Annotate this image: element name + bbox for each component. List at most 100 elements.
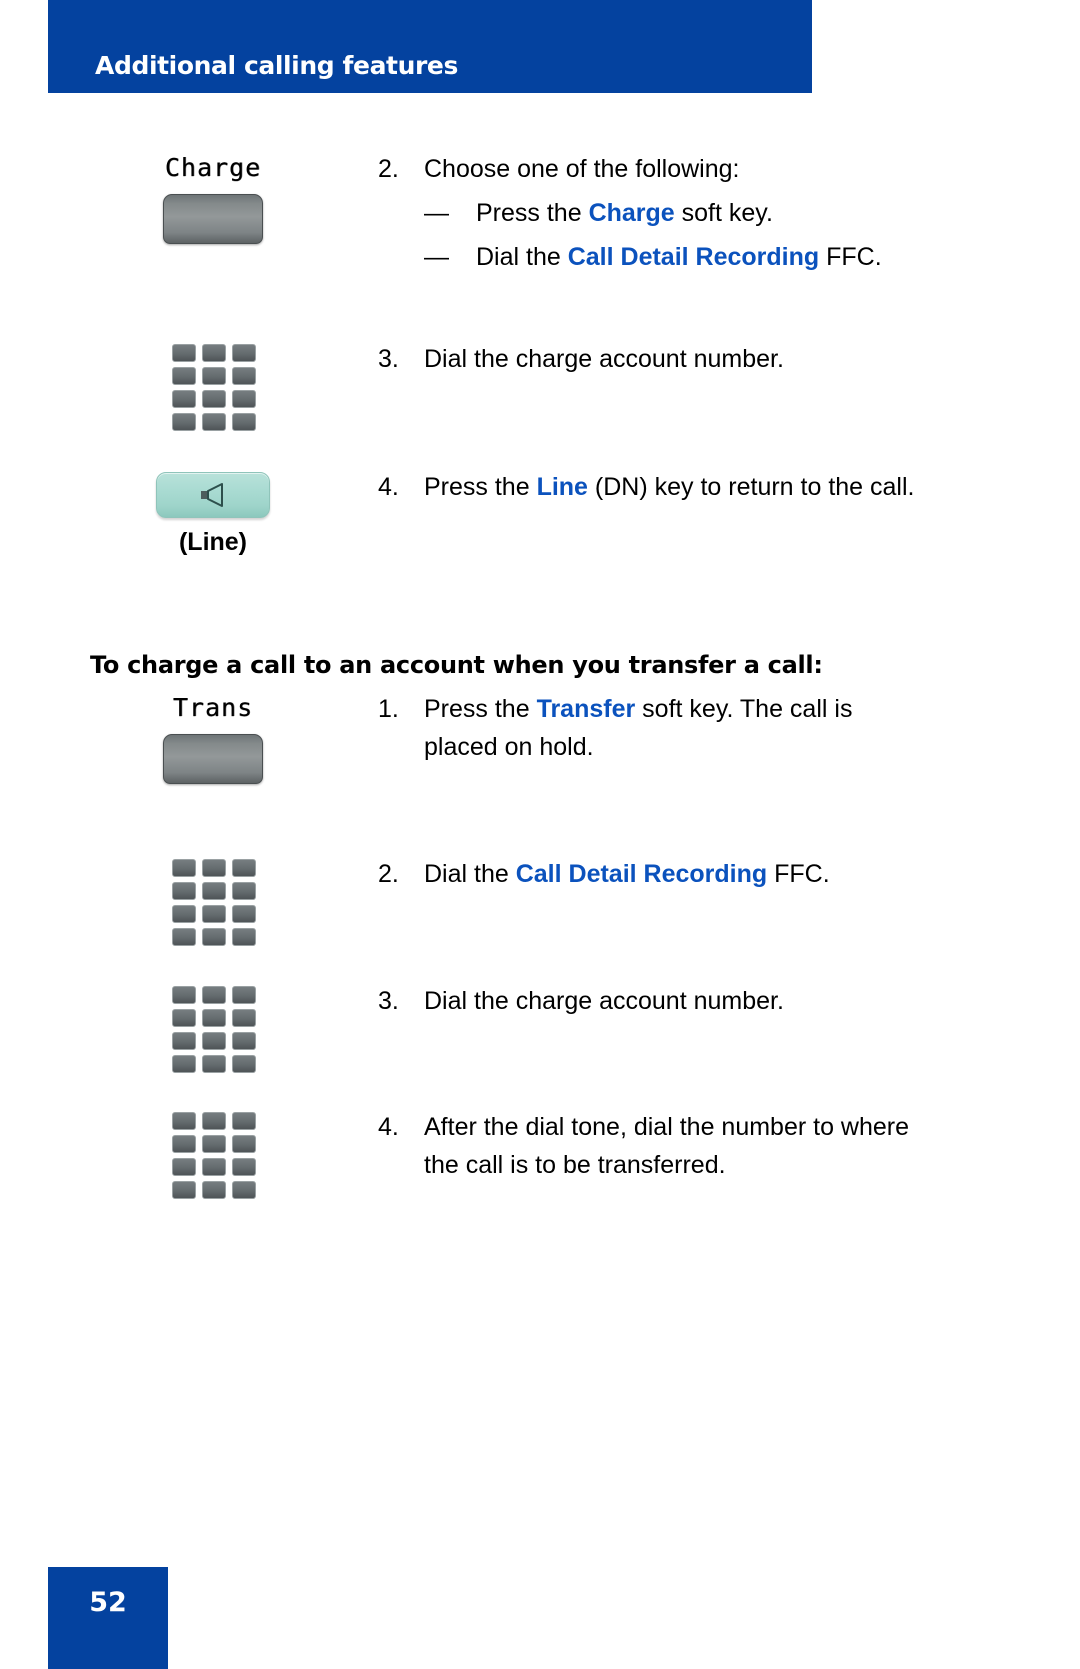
- keypad-key[interactable]: [172, 1135, 196, 1153]
- keypad-key[interactable]: [172, 882, 196, 900]
- page-header-banner: Additional calling features: [48, 0, 812, 93]
- step-text-line-key: 4. Press the Line (DN) key to return to …: [378, 468, 1008, 506]
- keypad-key[interactable]: [172, 344, 196, 362]
- sub-text-highlight: Charge: [588, 199, 675, 227]
- step-body: Press the Line (DN) key to return to the…: [424, 468, 914, 506]
- step-text-highlight: Line: [536, 473, 588, 501]
- keypad-icon[interactable]: [172, 859, 256, 946]
- keypad-key[interactable]: [202, 928, 226, 946]
- keypad-key[interactable]: [232, 1158, 256, 1176]
- softkey-button-icon[interactable]: [163, 734, 263, 784]
- keypad-key[interactable]: [172, 905, 196, 923]
- step-text-transfer: 1. Press the Transfer soft key. The call…: [378, 690, 1008, 766]
- step-text-dial-account-bottom: 3. Dial the charge account number.: [378, 982, 1008, 1020]
- keypad-key[interactable]: [202, 367, 226, 385]
- keypad-key[interactable]: [202, 344, 226, 362]
- keypad-key[interactable]: [172, 986, 196, 1004]
- softkey-trans-icon[interactable]: Trans: [163, 694, 263, 784]
- keypad-key[interactable]: [202, 1009, 226, 1027]
- step-text-charge: 2. Choose one of the following: — Press …: [378, 150, 1008, 276]
- keypad-icon[interactable]: [172, 986, 256, 1073]
- step-text-suffix: (DN) key to return to the call.: [587, 473, 915, 501]
- page-title: Additional calling features: [95, 51, 458, 80]
- keypad-key[interactable]: [172, 1055, 196, 1073]
- icon-cell-keypad: [48, 855, 378, 946]
- keypad-key[interactable]: [232, 1112, 256, 1130]
- icon-cell-keypad: [48, 1108, 378, 1199]
- section-heading-transfer: To charge a call to an account when you …: [90, 651, 823, 679]
- step-row-transfer: Trans 1. Press the Transfer soft key. Th…: [48, 690, 1008, 784]
- keypad-key[interactable]: [232, 1135, 256, 1153]
- sub-text-prefix: Dial the: [476, 243, 568, 271]
- step-text-dial-account-top: 3. Dial the charge account number.: [378, 340, 1008, 378]
- step-body: After the dial tone, dial the number to …: [424, 1108, 924, 1184]
- softkey-button-icon[interactable]: [163, 194, 263, 244]
- keypad-key[interactable]: [232, 859, 256, 877]
- step-number: 3.: [378, 987, 399, 1015]
- keypad-key[interactable]: [172, 413, 196, 431]
- keypad-key[interactable]: [232, 882, 256, 900]
- line-key-icon[interactable]: [156, 472, 270, 518]
- keypad-key[interactable]: [172, 1009, 196, 1027]
- sub-item-press-charge: — Press the Charge soft key.: [424, 194, 882, 232]
- icon-cell-charge-softkey: Charge: [48, 150, 378, 244]
- sub-item-text: Dial the Call Detail Recording FFC.: [476, 238, 882, 276]
- step-row-line-key: (Line) 4. Press the Line (DN) key to ret…: [48, 468, 1008, 557]
- keypad-key[interactable]: [232, 905, 256, 923]
- keypad-key[interactable]: [172, 1112, 196, 1130]
- em-dash-bullet: —: [424, 243, 449, 271]
- keypad-key[interactable]: [232, 344, 256, 362]
- keypad-key[interactable]: [172, 1158, 196, 1176]
- keypad-key[interactable]: [232, 1055, 256, 1073]
- keypad-key[interactable]: [232, 413, 256, 431]
- sub-text-prefix: Press the: [476, 199, 589, 227]
- step-text-suffix: FFC.: [767, 860, 830, 888]
- softkey-charge-icon[interactable]: Charge: [163, 154, 263, 244]
- keypad-key[interactable]: [202, 1158, 226, 1176]
- keypad-icon[interactable]: [172, 344, 256, 431]
- keypad-key[interactable]: [202, 1112, 226, 1130]
- keypad-key[interactable]: [232, 390, 256, 408]
- keypad-key[interactable]: [172, 367, 196, 385]
- keypad-key[interactable]: [202, 413, 226, 431]
- keypad-key[interactable]: [202, 1135, 226, 1153]
- sub-text-highlight: Call Detail Recording: [567, 243, 820, 271]
- keypad-key[interactable]: [232, 1009, 256, 1027]
- step-body: Dial the Call Detail Recording FFC.: [424, 855, 830, 893]
- icon-cell-keypad: [48, 982, 378, 1073]
- step-main-text: Choose one of the following:: [424, 155, 740, 183]
- step-body: Press the Transfer soft key. The call is…: [424, 690, 924, 766]
- step-body: Dial the charge account number.: [424, 982, 784, 1020]
- speaker-icon: [201, 483, 223, 507]
- step-body: Dial the charge account number.: [424, 340, 784, 378]
- step-text-dial-cdr-ffc: 2. Dial the Call Detail Recording FFC.: [378, 855, 1008, 893]
- keypad-key[interactable]: [202, 1032, 226, 1050]
- keypad-key[interactable]: [232, 986, 256, 1004]
- keypad-key[interactable]: [202, 1181, 226, 1199]
- keypad-key[interactable]: [232, 1181, 256, 1199]
- keypad-key[interactable]: [202, 882, 226, 900]
- keypad-icon[interactable]: [172, 1112, 256, 1199]
- step-number: 2.: [378, 155, 399, 183]
- keypad-key[interactable]: [172, 859, 196, 877]
- step-row-dial-transfer-number: 4. After the dial tone, dial the number …: [48, 1108, 1008, 1199]
- keypad-key[interactable]: [202, 859, 226, 877]
- keypad-key[interactable]: [172, 1181, 196, 1199]
- keypad-key[interactable]: [202, 986, 226, 1004]
- keypad-key[interactable]: [202, 1055, 226, 1073]
- keypad-key[interactable]: [172, 1032, 196, 1050]
- step-number: 4.: [378, 1113, 399, 1141]
- line-key-caption: (Line): [178, 528, 248, 556]
- step-number: 1.: [378, 695, 399, 723]
- keypad-key[interactable]: [172, 928, 196, 946]
- keypad-key[interactable]: [172, 390, 196, 408]
- keypad-key[interactable]: [232, 367, 256, 385]
- step-main-text: After the dial tone, dial the number to …: [424, 1113, 910, 1179]
- keypad-key[interactable]: [232, 928, 256, 946]
- keypad-key[interactable]: [202, 905, 226, 923]
- step-main-text: Dial the charge account number.: [424, 345, 784, 373]
- keypad-key[interactable]: [232, 1032, 256, 1050]
- keypad-key[interactable]: [202, 390, 226, 408]
- icon-cell-line-key: (Line): [48, 468, 378, 557]
- step-row-charge: Charge 2. Choose one of the following: —…: [48, 150, 1008, 276]
